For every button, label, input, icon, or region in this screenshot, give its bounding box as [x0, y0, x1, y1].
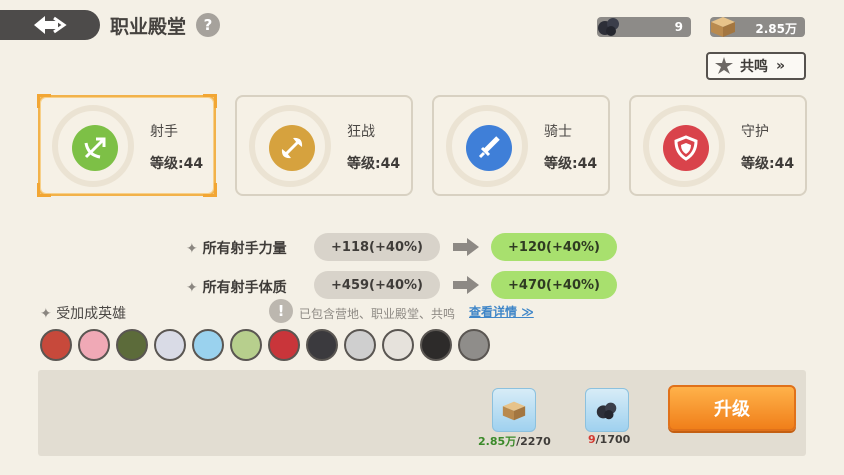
hero-avatar[interactable]	[192, 329, 224, 361]
page-title: 职业殿堂	[110, 16, 187, 38]
double-chevron-icon: »	[776, 58, 786, 74]
class-name: 守护	[741, 124, 769, 140]
class-card-guardian[interactable]: 守护 等级:44	[629, 95, 807, 196]
ore-cost-text: 9/1700	[588, 433, 631, 446]
back-button[interactable]	[0, 10, 100, 40]
help-icon[interactable]: ?	[196, 13, 220, 37]
class-level: 等级:44	[741, 156, 795, 172]
stat-next: +120(+40%)	[491, 233, 617, 261]
sword-icon	[466, 125, 512, 171]
bonus-note: 已包含营地、职业殿堂、共鸣	[299, 307, 456, 321]
sparkle-icon: ✦	[186, 241, 203, 257]
crate-cost-text: 2.85万/2270	[478, 435, 551, 448]
selection-corner	[203, 183, 217, 197]
class-name: 射手	[150, 124, 178, 140]
view-details-link[interactable]: 查看详情 ≫	[469, 303, 534, 320]
hero-avatar[interactable]	[458, 329, 490, 361]
hero-avatar[interactable]	[268, 329, 300, 361]
sparkle-icon: ✦	[40, 306, 57, 322]
sparkle-icon: ✦	[186, 280, 203, 296]
hero-avatar[interactable]	[306, 329, 338, 361]
stat-label: ✦ 所有射手体质	[186, 280, 287, 296]
class-level: 等级:44	[544, 156, 598, 172]
arrow-right-icon	[453, 276, 479, 294]
hero-avatar[interactable]	[230, 329, 262, 361]
hero-avatar[interactable]	[420, 329, 452, 361]
stat-next: +470(+40%)	[491, 271, 617, 299]
shield-icon	[663, 125, 709, 171]
arrow-right-icon	[453, 238, 479, 256]
class-card-knight[interactable]: 骑士 等级:44	[432, 95, 610, 196]
selection-corner	[37, 183, 51, 197]
stat-label: ✦ 所有射手力量	[186, 241, 287, 257]
heroes-label: ✦ 受加成英雄	[40, 306, 127, 322]
selection-corner	[37, 94, 51, 108]
hero-avatar[interactable]	[78, 329, 110, 361]
ore-counter: 9	[597, 17, 691, 37]
stat-current: +459(+40%)	[314, 271, 440, 299]
crate-icon	[502, 401, 526, 421]
hero-avatar[interactable]	[382, 329, 414, 361]
hero-avatar[interactable]	[154, 329, 186, 361]
ore-amount: 9	[674, 20, 683, 34]
ore-icon	[598, 18, 619, 36]
axe-icon	[269, 125, 315, 171]
crate-counter: 2.85万	[710, 17, 805, 37]
ore-icon	[596, 402, 617, 420]
class-name: 骑士	[544, 124, 572, 140]
class-card-berserker[interactable]: 狂战 等级:44	[235, 95, 413, 196]
bow-icon	[72, 125, 118, 171]
crate-amount: 2.85万	[755, 22, 797, 36]
crate-icon	[711, 17, 735, 37]
class-card-archer[interactable]: 射手 等级:44	[37, 94, 217, 197]
resonance-label: 共鸣	[740, 59, 768, 75]
ore-cost-slot[interactable]	[585, 388, 629, 432]
info-warning-icon: !	[269, 299, 293, 323]
hero-avatar[interactable]	[40, 329, 72, 361]
back-arrow-icon	[34, 16, 67, 34]
class-level: 等级:44	[347, 156, 401, 172]
hero-avatar[interactable]	[344, 329, 376, 361]
upgrade-button[interactable]: 升级	[668, 385, 796, 431]
resonance-button[interactable]: 共鸣 »	[706, 52, 806, 80]
class-level: 等级:44	[150, 156, 204, 172]
stat-current: +118(+40%)	[314, 233, 440, 261]
selection-corner	[203, 94, 217, 108]
resonance-icon	[715, 57, 733, 74]
crate-cost-slot[interactable]	[492, 388, 536, 432]
class-name: 狂战	[347, 124, 375, 140]
hero-avatar[interactable]	[116, 329, 148, 361]
